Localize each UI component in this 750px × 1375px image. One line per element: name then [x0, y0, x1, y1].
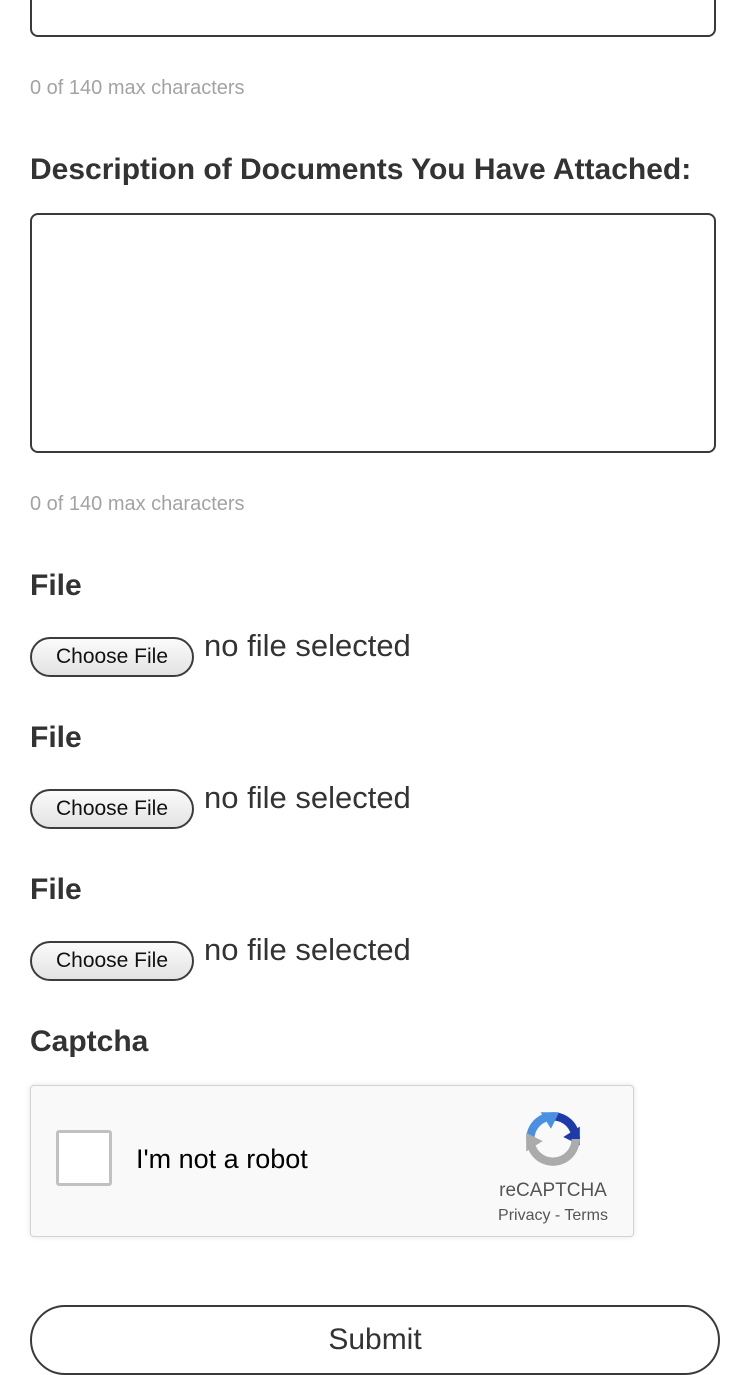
file-status-1: no file selected: [204, 628, 411, 663]
description-textarea[interactable]: [30, 213, 716, 453]
file-status-3: no file selected: [204, 932, 411, 967]
file-status-2: no file selected: [204, 780, 411, 815]
captcha-heading: Captcha: [30, 1025, 149, 1058]
choose-file-button-1[interactable]: Choose File: [30, 637, 194, 677]
recaptcha-logo-icon: [526, 1112, 580, 1166]
description-char-counter: 0 of 140 max characters: [30, 493, 245, 515]
recaptcha-terms-link[interactable]: Terms: [564, 1207, 608, 1224]
recaptcha-links-separator: -: [550, 1207, 565, 1224]
choose-file-button-2[interactable]: Choose File: [30, 789, 194, 829]
recaptcha-checkbox-label: I'm not a robot: [136, 1144, 308, 1174]
submit-button[interactable]: Submit: [30, 1305, 720, 1375]
recaptcha-links: Privacy - Terms: [477, 1206, 629, 1226]
previous-textarea[interactable]: [30, 0, 716, 37]
recaptcha-brand: reCAPTCHA: [499, 1180, 607, 1201]
description-label: Description of Documents You Have Attach…: [30, 153, 692, 186]
choose-file-button-3[interactable]: Choose File: [30, 941, 194, 981]
file-label-1: File: [30, 569, 82, 602]
recaptcha-checkbox[interactable]: [56, 1130, 112, 1186]
previous-char-counter: 0 of 140 max characters: [30, 77, 245, 99]
file-label-3: File: [30, 873, 82, 906]
recaptcha-widget: I'm not a robot reCAPTCHA Privacy - Term…: [30, 1085, 634, 1237]
recaptcha-privacy-link[interactable]: Privacy: [498, 1207, 550, 1224]
file-label-2: File: [30, 721, 82, 754]
